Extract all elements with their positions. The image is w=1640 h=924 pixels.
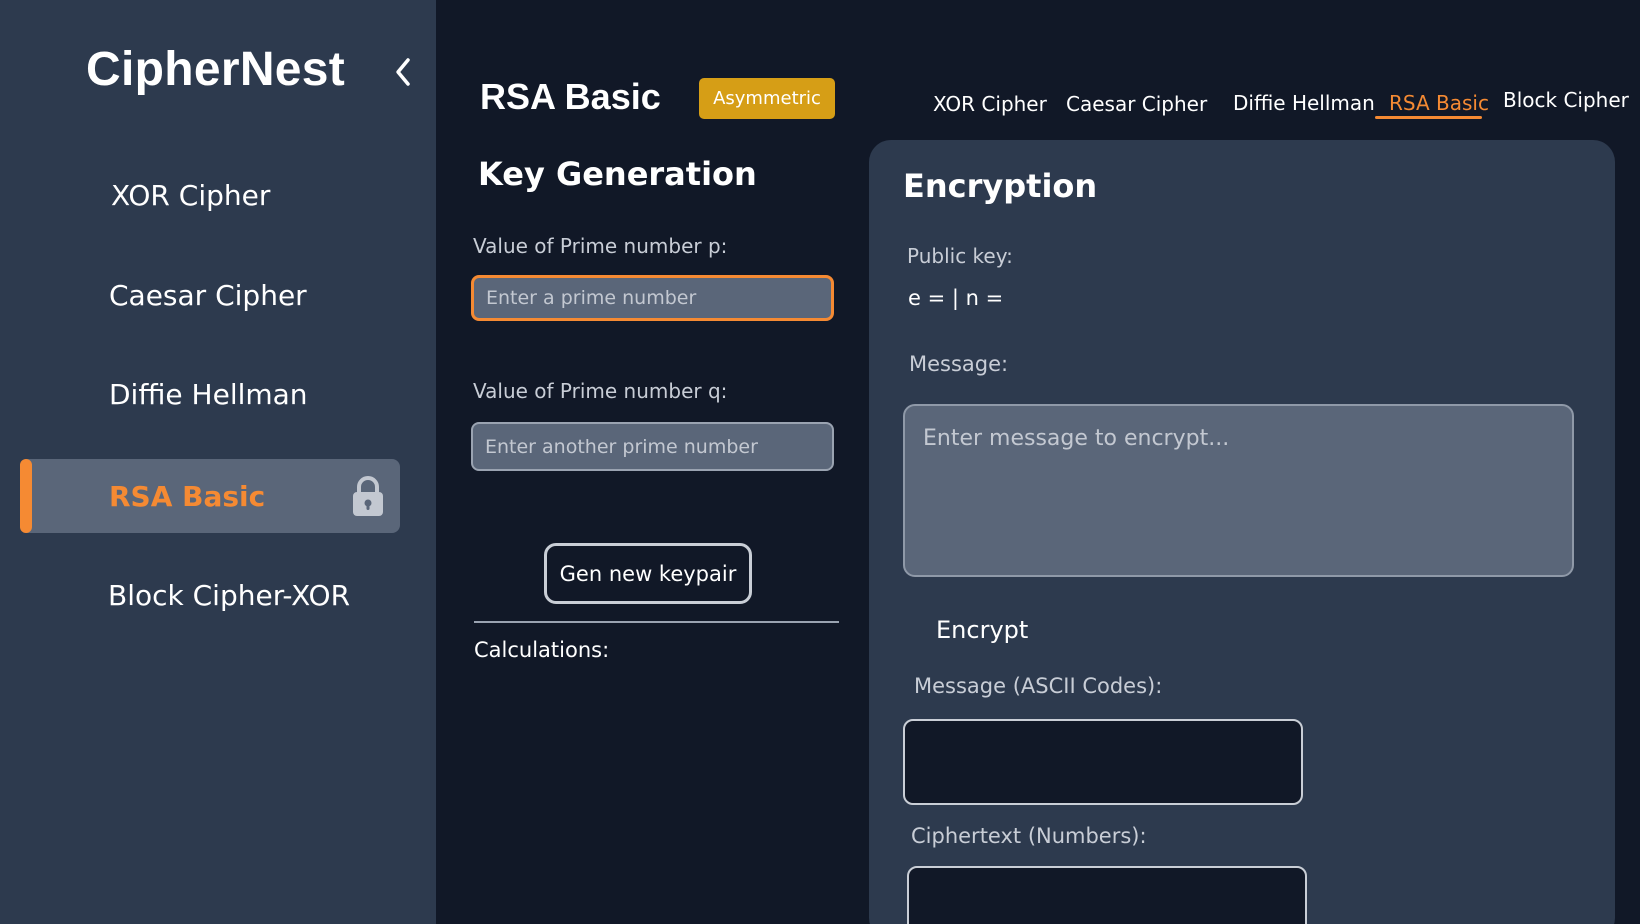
sidebar-item-xor-cipher[interactable]: XOR Cipher: [20, 158, 400, 232]
message-input[interactable]: [903, 404, 1574, 577]
tab-block-cipher[interactable]: Block Cipher: [1503, 88, 1629, 112]
ascii-codes-output[interactable]: [903, 719, 1303, 805]
top-tabs: XOR Cipher Caesar Cipher Diffie Hellman …: [0, 88, 1640, 128]
message-label: Message:: [909, 352, 1009, 376]
ciphertext-output[interactable]: [907, 866, 1307, 924]
sidebar-item-diffie-hellman[interactable]: Diffie Hellman: [20, 357, 400, 431]
divider: [474, 621, 839, 623]
ascii-codes-label: Message (ASCII Codes):: [914, 674, 1163, 698]
sidebar-item-label: Caesar Cipher: [109, 278, 307, 312]
public-key-label: Public key:: [907, 244, 1013, 268]
active-indicator: [20, 459, 32, 533]
sidebar-item-caesar-cipher[interactable]: Caesar Cipher: [20, 258, 400, 332]
public-key-value: e = | n =: [908, 286, 1004, 310]
sidebar-item-label: Block Cipher-XOR: [108, 578, 351, 612]
tab-caesar-cipher[interactable]: Caesar Cipher: [1066, 92, 1207, 116]
ciphertext-label: Ciphertext (Numbers):: [911, 824, 1147, 848]
sidebar-item-label: RSA Basic: [109, 479, 266, 513]
sidebar-item-rsa-basic[interactable]: RSA Basic: [20, 459, 400, 533]
calculations-label: Calculations:: [474, 638, 610, 662]
sidebar-item-label: Diffie Hellman: [109, 377, 308, 411]
gen-keypair-button[interactable]: Gen new keypair: [544, 543, 752, 604]
encryption-title: Encryption: [903, 167, 1098, 205]
chevron-left-icon: [396, 58, 410, 86]
tab-rsa-basic[interactable]: RSA Basic: [1389, 91, 1489, 115]
sidebar-item-label: XOR Cipher: [111, 178, 271, 212]
key-generation-title: Key Generation: [478, 155, 757, 193]
sidebar-item-block-cipher-xor[interactable]: Block Cipher-XOR: [20, 558, 400, 632]
encrypt-button[interactable]: Encrypt: [936, 616, 1028, 644]
sidebar: CipherNest XOR Cipher Caesar Cipher Diff…: [0, 0, 436, 924]
prime-q-label: Value of Prime number q:: [473, 379, 728, 403]
active-tab-underline: [1375, 116, 1482, 119]
collapse-sidebar-button[interactable]: [386, 52, 420, 92]
tab-diffie-hellman[interactable]: Diffie Hellman: [1233, 91, 1375, 115]
lock-icon: [353, 476, 383, 516]
prime-p-input[interactable]: [471, 275, 834, 321]
prime-q-input[interactable]: [471, 422, 834, 471]
prime-p-label: Value of Prime number p:: [473, 234, 728, 258]
tab-xor-cipher[interactable]: XOR Cipher: [933, 92, 1047, 116]
